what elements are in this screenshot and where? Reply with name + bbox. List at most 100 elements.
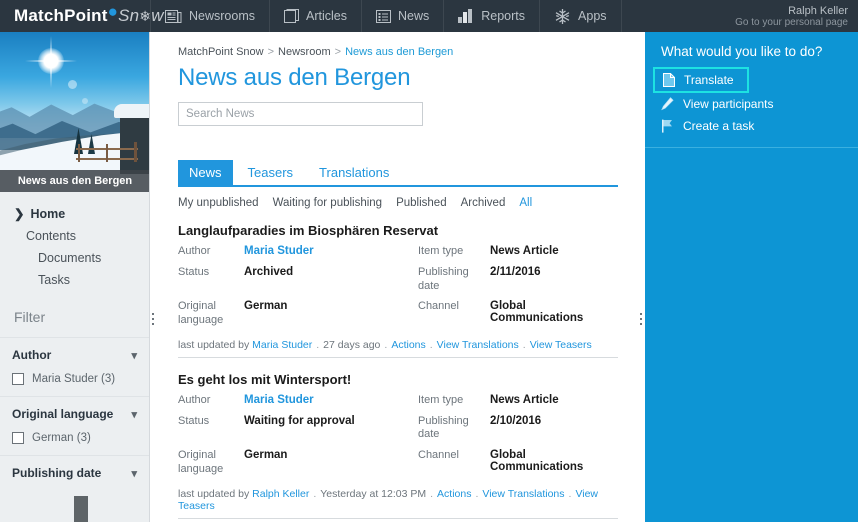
news-list-item: Übersicht Pisten, Loipen, Winterwanderwe… xyxy=(178,519,618,522)
sidebar-item-label: Home xyxy=(30,206,66,221)
news-item-fields: Author Maria Studer Item type News Artic… xyxy=(178,245,618,328)
meta-updated-by[interactable]: Maria Studer xyxy=(252,339,312,351)
chevron-down-icon[interactable]: ▾ xyxy=(131,349,137,362)
sidebar-item-documents[interactable]: Documents xyxy=(0,247,149,269)
histogram-bar xyxy=(74,496,88,522)
meta-updated-when: Yesterday at 12:03 PM xyxy=(320,487,427,500)
meta-separator: . xyxy=(316,338,320,351)
facet-publishing-date: Publishing date ▾ Older Newer xyxy=(0,455,149,522)
field-value-item-type: News Article xyxy=(490,393,559,406)
facet-option-german[interactable]: German (3) xyxy=(12,432,137,444)
newsroom-hero-image: News aus den Bergen xyxy=(0,32,149,192)
sidebar-item-tasks[interactable]: Tasks xyxy=(0,269,149,291)
facet-option-label: Maria Studer (3) xyxy=(32,373,116,385)
news-list-item: Es geht los mit Wintersport! Author Mari… xyxy=(178,358,618,519)
tab-news[interactable]: News xyxy=(178,160,233,185)
newspaper-icon xyxy=(165,9,182,24)
field-value-channel: Global Communications xyxy=(490,449,584,473)
chevron-down-icon[interactable]: ▾ xyxy=(131,408,137,421)
user-menu[interactable]: Ralph Keller Go to your personal page xyxy=(735,0,858,32)
sidebar-splitter-handle[interactable] xyxy=(150,313,156,325)
facet-title: Author xyxy=(12,348,52,362)
nav-spacer xyxy=(620,0,736,32)
date-range-histogram-slider[interactable] xyxy=(12,494,137,522)
personal-page-link[interactable]: Go to your personal page xyxy=(735,17,848,28)
breadcrumb-root[interactable]: MatchPoint Snow xyxy=(178,46,264,58)
news-item-fields: Author Maria Studer Item type News Artic… xyxy=(178,394,618,477)
facet-author-header[interactable]: Author ▾ xyxy=(12,348,137,362)
meta-separator: . xyxy=(430,487,434,500)
flag-icon xyxy=(661,119,674,133)
search-box[interactable] xyxy=(178,102,423,126)
field-value-publishing-date: 2/10/2016 xyxy=(490,414,542,427)
sidebar-item-contents[interactable]: Contents xyxy=(0,225,149,247)
brand-part-2: Sn xyxy=(118,6,140,25)
field-value-author[interactable]: Maria Studer xyxy=(244,394,418,406)
tab-translations[interactable]: Translations xyxy=(308,160,400,185)
breadcrumb-newsroom[interactable]: Newsroom xyxy=(278,46,331,58)
nav-item-news[interactable]: News xyxy=(360,0,443,32)
list-icon xyxy=(375,9,391,24)
brand-part-1: MatchPoint xyxy=(14,6,108,25)
action-label: Create a task xyxy=(683,119,755,133)
field-label-original-language: Original language xyxy=(178,300,224,326)
field-label-channel: Channel xyxy=(418,300,459,313)
action-translate[interactable]: Translate xyxy=(653,67,749,93)
field-label-publishing-date: Publishing date xyxy=(418,265,469,292)
filter-tab-bar: My unpublished Waiting for publishing Pu… xyxy=(178,197,638,209)
checkbox[interactable] xyxy=(12,432,24,444)
field-value-publishing-date: 2/11/2016 xyxy=(490,265,541,278)
action-view-participants[interactable]: View participants xyxy=(645,93,858,115)
app-window: MatchPoint ● Sn ❄ w Newsrooms Articles News xyxy=(0,0,858,522)
nav-item-newsrooms[interactable]: Newsrooms xyxy=(150,0,269,32)
subtab-my-unpublished[interactable]: My unpublished xyxy=(178,197,259,209)
nav-item-reports[interactable]: Reports xyxy=(443,0,539,32)
facet-option-maria-studer[interactable]: Maria Studer (3) xyxy=(12,373,137,385)
nav-item-label: News xyxy=(397,9,430,23)
subtab-published[interactable]: Published xyxy=(396,197,447,209)
nav-item-label: Articles xyxy=(306,9,347,23)
action-label: Translate xyxy=(684,73,734,87)
tab-teasers[interactable]: Teasers xyxy=(237,160,305,185)
main-panel-splitter-handle[interactable] xyxy=(638,313,644,325)
search-input[interactable] xyxy=(186,108,415,120)
nav-item-apps[interactable]: Apps xyxy=(539,0,621,32)
left-sidebar: News aus den Bergen ❯ Home Contents Docu… xyxy=(0,32,150,522)
field-label-item-type: Item type xyxy=(418,245,464,257)
lens-flare-2 xyxy=(82,98,88,104)
meta-separator: . xyxy=(475,487,479,500)
meta-actions-link[interactable]: Actions xyxy=(437,488,471,500)
facet-author: Author ▾ Maria Studer (3) xyxy=(0,337,149,396)
action-create-a-task[interactable]: Create a task xyxy=(645,115,858,137)
field-label-status: Status xyxy=(178,265,210,278)
checkbox[interactable] xyxy=(12,373,24,385)
hut-roof xyxy=(114,104,149,118)
field-value-author[interactable]: Maria Studer xyxy=(244,245,418,257)
field-value-channel: Global Communications xyxy=(490,300,584,325)
chevron-down-icon[interactable]: ▾ xyxy=(131,467,137,480)
document-copy-icon xyxy=(284,8,299,24)
hero-image-caption: News aus den Bergen xyxy=(0,170,149,192)
subtab-all[interactable]: All xyxy=(519,197,532,209)
meta-view-translations-link[interactable]: View Translations xyxy=(437,339,519,351)
subtab-waiting-for-publishing[interactable]: Waiting for publishing xyxy=(273,197,383,209)
subtab-archived[interactable]: Archived xyxy=(461,197,506,209)
field-value-status: Waiting for approval xyxy=(244,414,355,427)
field-label-author: Author xyxy=(178,393,211,406)
news-item-title[interactable]: Es geht los mit Wintersport! xyxy=(178,372,618,387)
news-item-meta: last updated by Maria Studer. 27 days ago… xyxy=(178,339,618,358)
meta-view-teasers-link[interactable]: View Teasers xyxy=(530,339,592,351)
facet-date-header[interactable]: Publishing date ▾ xyxy=(12,466,137,480)
breadcrumb: MatchPoint Snow > Newsroom > News aus den Be… xyxy=(157,32,638,62)
meta-updated-by[interactable]: Ralph Keller xyxy=(252,488,309,500)
tab-underline xyxy=(178,185,618,187)
main-content: MatchPoint Snow > Newsroom > News aus den Be… xyxy=(157,32,638,522)
news-item-title[interactable]: Langlaufparadies im Biosphären Reservat xyxy=(178,223,618,238)
brand-logo[interactable]: MatchPoint ● Sn ❄ w xyxy=(0,0,163,32)
breadcrumb-current: News aus den Bergen xyxy=(345,46,454,58)
meta-actions-link[interactable]: Actions xyxy=(391,339,425,351)
meta-view-translations-link[interactable]: View Translations xyxy=(482,488,564,500)
sidebar-item-home[interactable]: ❯ Home xyxy=(0,202,149,225)
nav-item-articles[interactable]: Articles xyxy=(269,0,361,32)
facet-language-header[interactable]: Original language ▾ xyxy=(12,407,137,421)
